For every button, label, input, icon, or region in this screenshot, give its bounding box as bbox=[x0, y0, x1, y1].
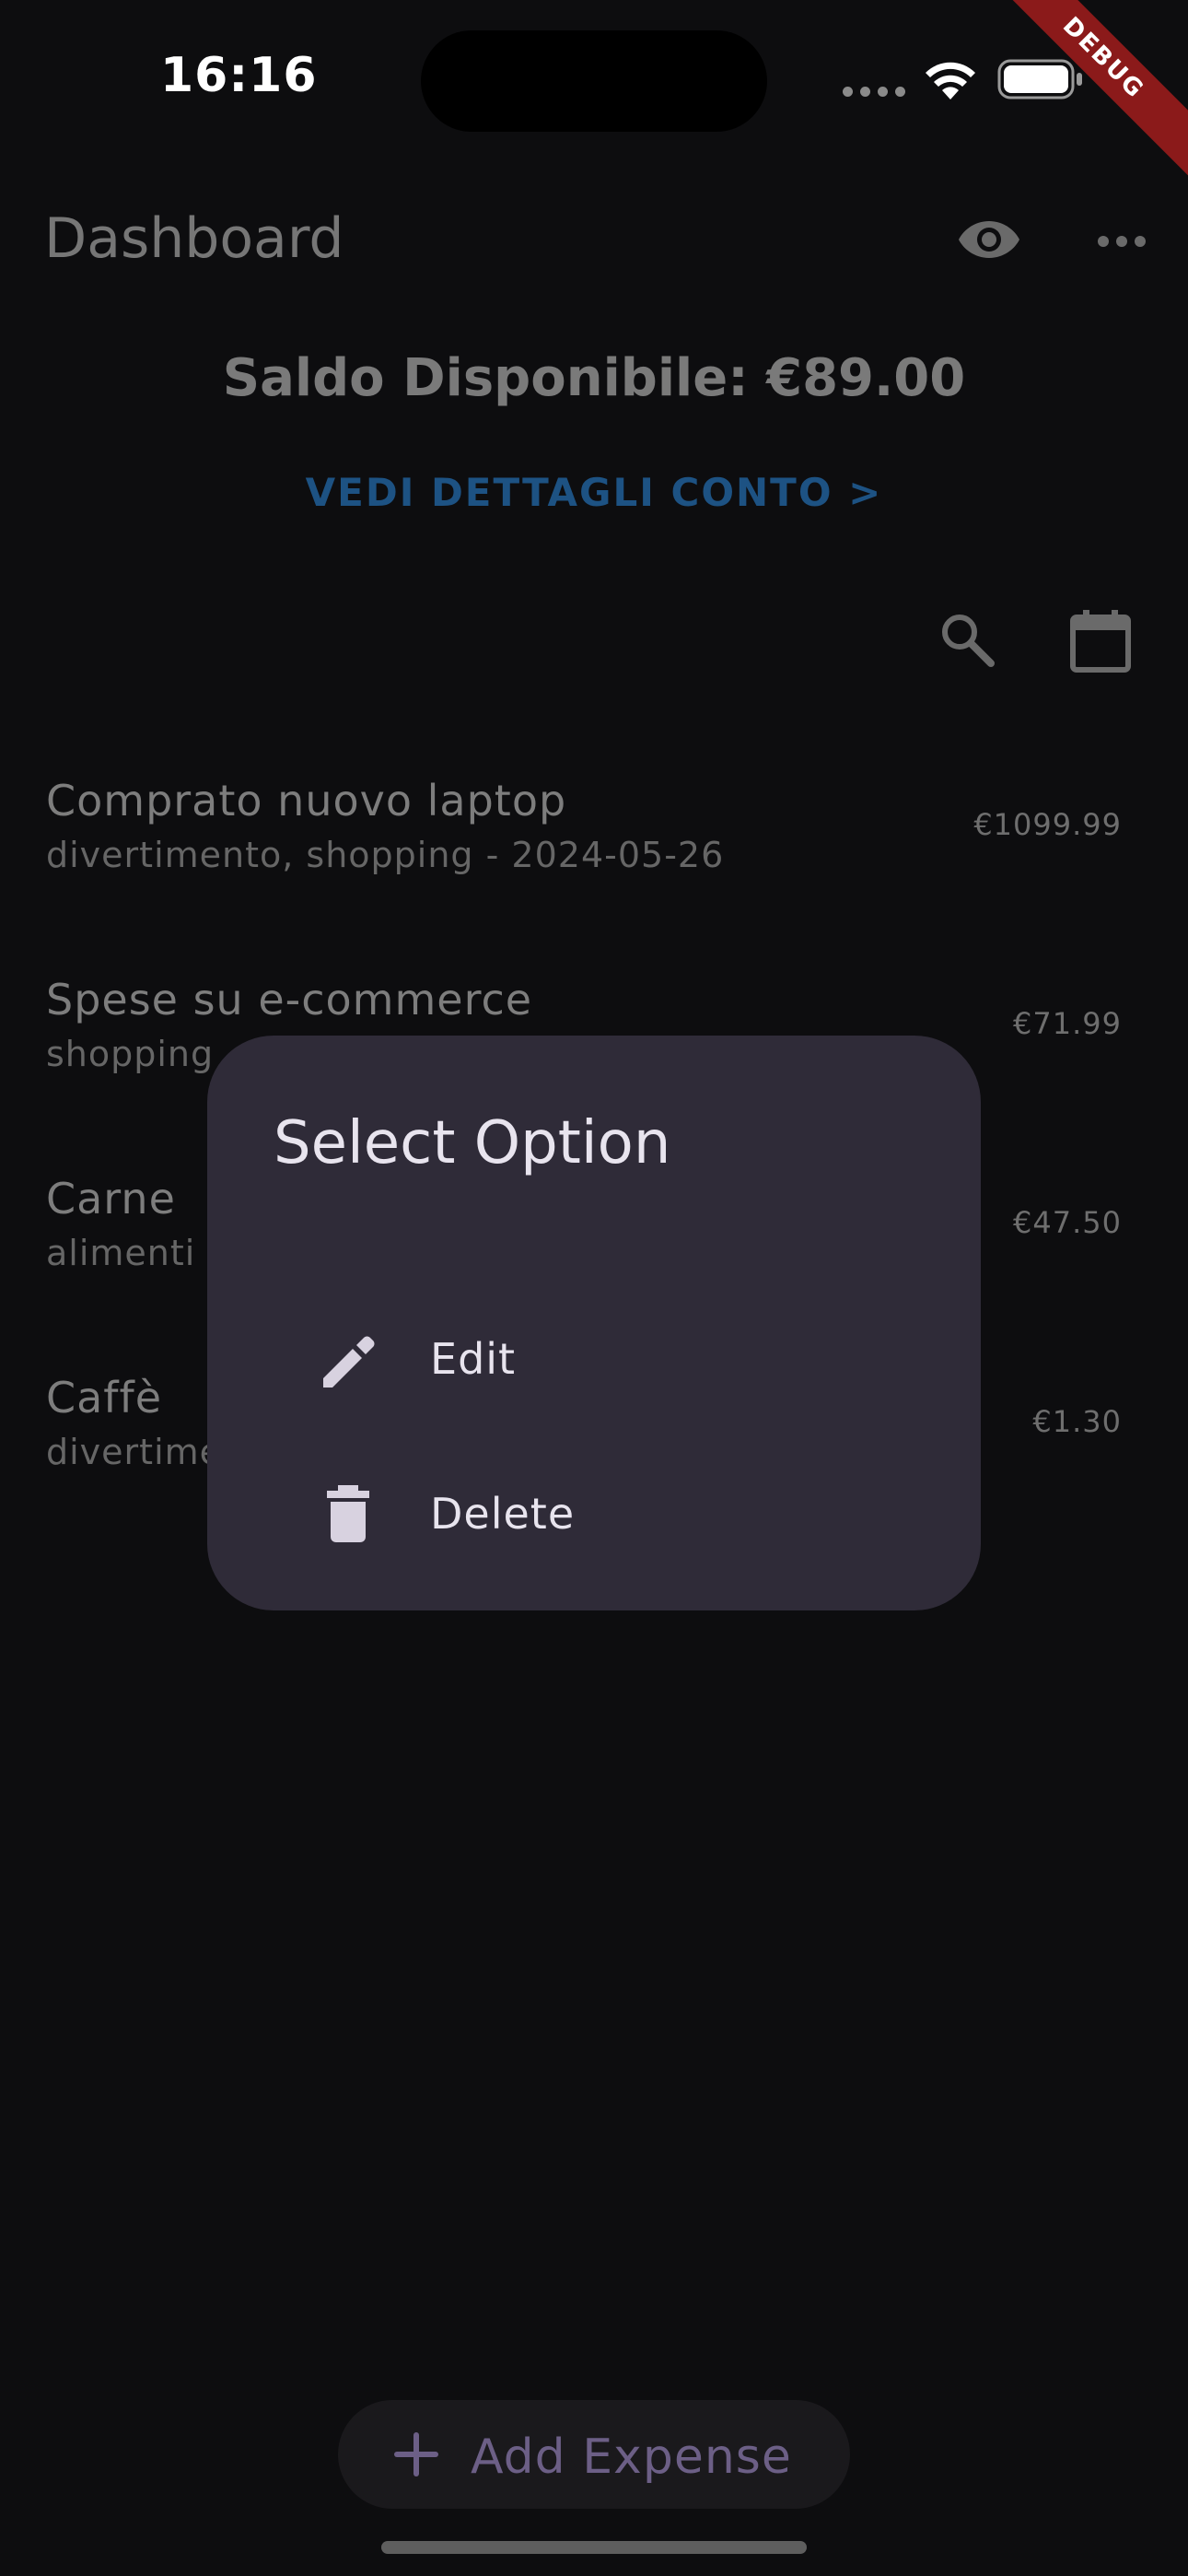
edit-option-label: Edit bbox=[430, 1334, 517, 1384]
delete-option-label: Delete bbox=[430, 1489, 576, 1539]
trash-icon bbox=[327, 1485, 369, 1542]
pencil-icon bbox=[323, 1336, 375, 1388]
delete-option[interactable]: Delete bbox=[207, 1445, 981, 1583]
dialog-title: Select Option bbox=[274, 1109, 671, 1177]
edit-option[interactable]: Edit bbox=[207, 1290, 981, 1428]
app-screen: 16:16 DEBUG Dashboard Saldo Disponibile:… bbox=[0, 0, 1188, 2576]
select-option-dialog: Select Option Edit Delete bbox=[207, 1036, 981, 1610]
